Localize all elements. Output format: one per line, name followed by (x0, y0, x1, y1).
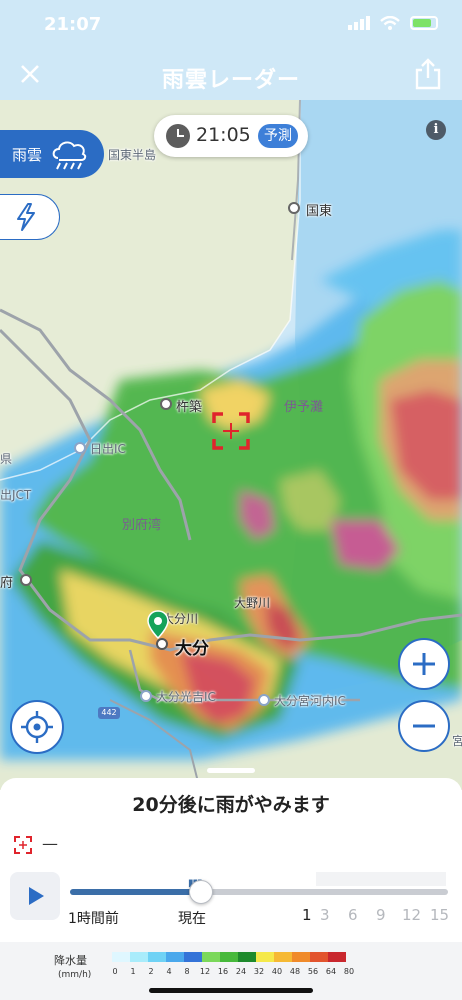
timeline-slider[interactable] (70, 889, 448, 895)
map-label-oita-mitsuyoshi-ic: 大分光吉IC (156, 690, 216, 704)
legend-value: 40 (271, 967, 283, 976)
map-point-oita-miyagawachi-ic (258, 694, 270, 706)
timeline-tick[interactable]: 12 (402, 906, 421, 924)
timeline-tick[interactable]: 6 (348, 906, 358, 924)
zoom-in-button[interactable] (398, 638, 450, 690)
route-442-label: 442 (101, 708, 117, 717)
map-label-edge-ken: 県 (0, 452, 13, 466)
map-label-oita-miyagawachi-ic: 大分宮河内IC (274, 694, 346, 708)
legend-swatch (202, 952, 220, 962)
info-icon[interactable]: i (426, 120, 446, 140)
map-label-kunisaki-peninsula: 国東半島 (108, 148, 157, 162)
share-button[interactable] (414, 58, 446, 92)
status-time: 21:07 (44, 14, 102, 35)
legend-swatch (238, 952, 256, 962)
legend-swatch (112, 952, 130, 962)
timeline-label-now: 現在 (178, 911, 206, 927)
legend-title: 降水量 (54, 954, 87, 967)
timeline-tick[interactable]: 9 (376, 906, 386, 924)
map-label-hiji-ic: 日出IC (90, 442, 126, 456)
legend-swatch (274, 952, 292, 962)
lightning-icon (17, 203, 35, 231)
map-label-oita: 大分 (175, 639, 209, 659)
map-label-beppu-bay: 別府湾 (122, 518, 162, 533)
legend-value: 1 (130, 967, 136, 976)
rain-layer-button[interactable]: 雨雲 (0, 130, 104, 178)
map-label-ono-river: 大野川 (234, 596, 271, 610)
rain-forecast-message: 20分後に雨がやみます (132, 794, 330, 816)
timeline-tick[interactable]: 15 (430, 906, 449, 924)
map-point-oita-mitsuyoshi-ic (140, 690, 152, 702)
legend-swatch (328, 952, 346, 962)
legend-value: 24 (235, 967, 247, 976)
legend-value: 8 (184, 967, 190, 976)
timeline-tick[interactable]: 1 (302, 906, 312, 924)
battery-icon (410, 16, 438, 30)
zoom-out-button[interactable] (398, 700, 450, 752)
locate-icon (21, 711, 53, 743)
timeline-tick[interactable]: 3 (320, 906, 330, 924)
legend-swatch (292, 952, 310, 962)
legend-value: 80 (343, 967, 355, 976)
map-label-fu: 府 (0, 576, 14, 591)
signal-icon (348, 16, 370, 30)
forecast-time: 21:05 (196, 124, 251, 146)
legend-value: 12 (199, 967, 211, 976)
page-title: 雨雲レーダー (161, 68, 300, 93)
legend-color-scale (112, 952, 346, 962)
status-icons (348, 16, 438, 30)
map-point-fu (20, 574, 32, 586)
current-location-button[interactable] (10, 700, 64, 754)
timeline-knob[interactable] (189, 880, 213, 904)
map-label-hiji-jct: 出JCT (0, 488, 32, 502)
timeline-label-start: 1時間前 (68, 911, 119, 927)
legend-value: 32 (253, 967, 265, 976)
legend-swatch (184, 952, 202, 962)
map-label-edge-kai: 宮 (452, 734, 462, 748)
plus-icon (413, 653, 435, 675)
sheet-handle[interactable] (207, 768, 255, 773)
legend-unit: (mm/h) (58, 970, 92, 980)
map-label-iyonada: 伊予灘 (284, 400, 324, 415)
share-icon (415, 58, 441, 90)
location-pin-icon (147, 610, 169, 640)
timeline-progress (70, 889, 203, 895)
legend-swatch (256, 952, 274, 962)
legend-swatch (220, 952, 238, 962)
legend-swatch (130, 952, 148, 962)
map-point-oita (156, 638, 168, 650)
time-indicator: 21:05 予測 (154, 115, 308, 157)
wifi-icon (380, 16, 400, 30)
rain-cloud-icon (52, 141, 87, 170)
clock-icon (166, 124, 190, 148)
map-point-kunisaki (288, 202, 300, 214)
target-crosshair-icon[interactable] (212, 412, 250, 450)
legend-value: 4 (166, 967, 172, 976)
minus-icon (413, 724, 435, 728)
map-label-kitsuki: 杵築 (176, 400, 203, 415)
legend-value: 64 (325, 967, 337, 976)
map-point-hiji-ic (74, 442, 86, 454)
forecast-badge: 予測 (258, 124, 298, 148)
legend-value: 0 (112, 967, 118, 976)
legend-value: 16 (217, 967, 229, 976)
legend-value: 56 (307, 967, 319, 976)
forecast-range-indicator (316, 872, 446, 886)
target-precipitation-value: — (42, 834, 58, 853)
play-button[interactable] (10, 872, 60, 920)
header: 雨雲レーダー (0, 52, 462, 104)
target-marker-icon (14, 836, 32, 854)
rain-layer-label: 雨雲 (12, 146, 43, 164)
lightning-layer-button[interactable] (0, 194, 60, 240)
status-bar: 21:07 (0, 0, 462, 52)
legend-swatch (148, 952, 166, 962)
legend-value: 2 (148, 967, 154, 976)
legend-values: 0 1 2 4 8 12 16 24 32 40 48 56 64 80 (106, 967, 358, 976)
legend-value: 48 (289, 967, 301, 976)
legend-swatch (166, 952, 184, 962)
map-point-kitsuki (160, 398, 172, 410)
home-indicator (149, 988, 313, 993)
legend-swatch (310, 952, 328, 962)
map-label-kunisaki: 国東 (306, 204, 333, 219)
